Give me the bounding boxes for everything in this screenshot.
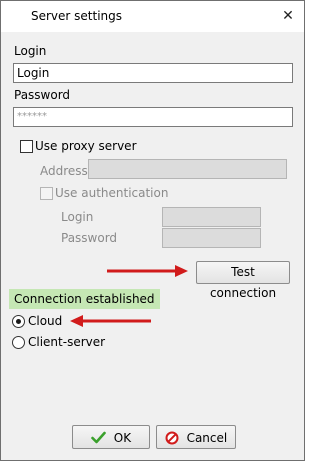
cancel-icon xyxy=(165,431,179,444)
client-server-radio-label: Client-server xyxy=(28,335,106,349)
cloud-radio[interactable] xyxy=(12,315,25,328)
red-arrow-annotation-cloud xyxy=(70,315,151,327)
cancel-label: Cancel xyxy=(186,430,228,445)
title-bar: Server settings ✕ xyxy=(1,1,304,32)
auth-password-label: Password xyxy=(61,231,118,245)
auth-login-label: Login xyxy=(61,210,94,224)
connection-status-badge: Connection established xyxy=(9,289,160,309)
check-icon xyxy=(91,431,106,444)
ok-label: OK xyxy=(113,430,132,445)
ok-button[interactable]: OK xyxy=(72,425,150,449)
address-input[interactable] xyxy=(88,159,287,179)
login-input[interactable]: Login xyxy=(13,63,293,83)
window-title: Server settings xyxy=(31,9,123,23)
red-arrow-annotation xyxy=(107,265,188,277)
client-server-radio[interactable] xyxy=(12,336,25,349)
connection-status-text: Connection established xyxy=(14,292,155,306)
auth-login-input[interactable] xyxy=(162,207,261,227)
server-settings-window: Server settings ✕ Login Login Password *… xyxy=(0,0,305,461)
use-proxy-label: Use proxy server xyxy=(35,139,137,153)
use-authentication-label: Use authentication xyxy=(55,186,169,200)
use-proxy-checkbox[interactable] xyxy=(20,140,33,153)
password-label: Password xyxy=(14,88,71,102)
cloud-radio-label: Cloud xyxy=(28,314,63,328)
use-authentication-checkbox[interactable] xyxy=(40,187,53,200)
auth-password-input[interactable] xyxy=(162,228,261,248)
close-button[interactable]: ✕ xyxy=(280,8,296,24)
test-connection-button[interactable]: Test connection xyxy=(196,261,290,300)
dialog-body: Login Login Password ****** Use proxy se… xyxy=(1,32,304,460)
cancel-button[interactable]: Cancel xyxy=(156,425,236,449)
address-label: Address xyxy=(40,164,88,178)
test-connection-label: Test connection xyxy=(209,265,277,300)
password-input[interactable]: ****** xyxy=(13,107,293,127)
login-label: Login xyxy=(14,44,47,58)
